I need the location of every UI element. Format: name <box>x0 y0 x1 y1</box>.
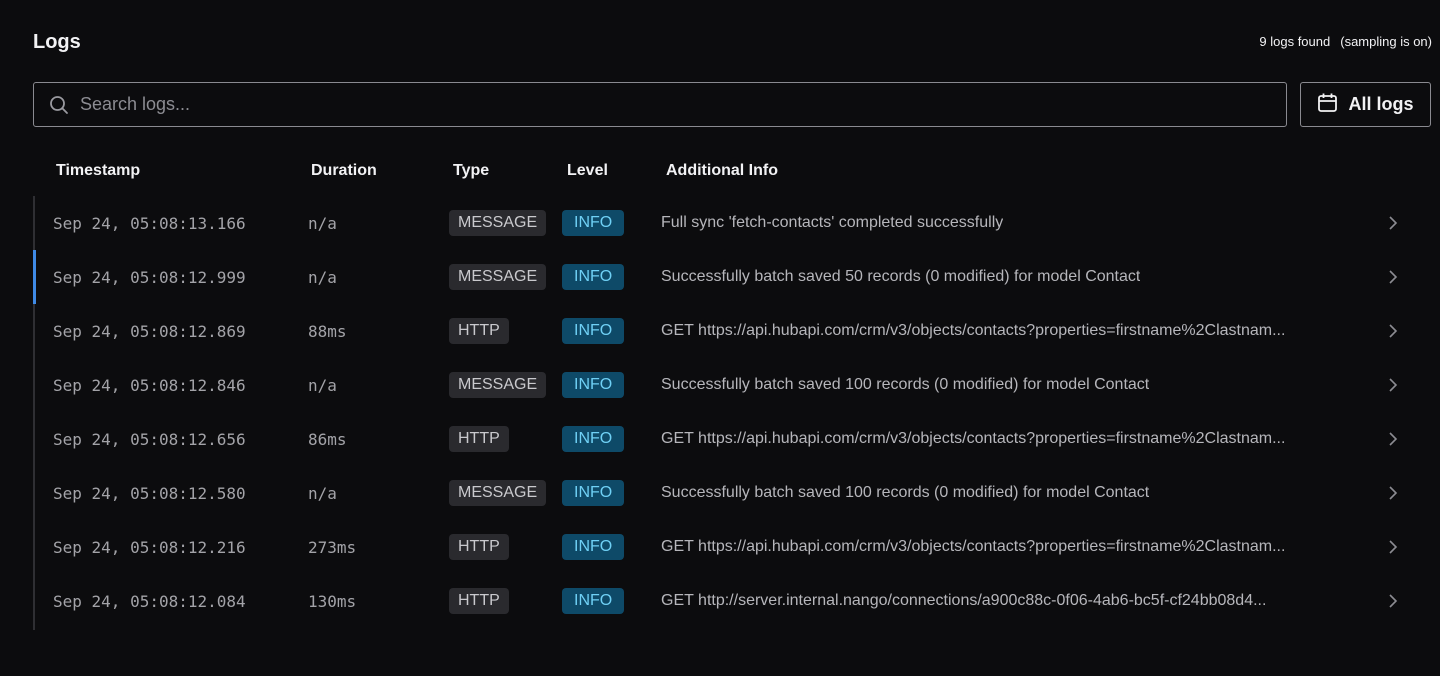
level-badge: INFO <box>562 480 625 506</box>
period-filter-label: All logs <box>1348 94 1414 114</box>
type-badge: HTTP <box>449 588 509 614</box>
logs-meta: 9 logs found (sampling is on) <box>1259 34 1432 49</box>
row-timestamp: Sep 24, 05:08:12.580 <box>53 483 246 503</box>
table-row[interactable]: Sep 24, 05:08:12.580 n/a MESSAGE INFO Su… <box>33 466 1413 520</box>
row-duration: 86ms <box>308 429 347 449</box>
level-badge: INFO <box>562 264 625 290</box>
chevron-right-icon[interactable] <box>1386 574 1400 628</box>
search-input[interactable] <box>80 83 1286 126</box>
table-row[interactable]: Sep 24, 05:08:12.216 273ms HTTP INFO GET… <box>33 520 1413 574</box>
chevron-right-icon[interactable] <box>1386 520 1400 574</box>
type-badge: MESSAGE <box>449 264 547 290</box>
row-timestamp: Sep 24, 05:08:12.846 <box>53 375 246 395</box>
level-badge: INFO <box>562 426 625 452</box>
table-row[interactable]: Sep 24, 05:08:12.656 86ms HTTP INFO GET … <box>33 412 1413 466</box>
row-timestamp: Sep 24, 05:08:12.216 <box>53 537 246 557</box>
row-duration: n/a <box>308 483 337 503</box>
row-timestamp: Sep 24, 05:08:12.084 <box>53 591 246 611</box>
row-timestamp: Sep 24, 05:08:12.656 <box>53 429 246 449</box>
level-badge: INFO <box>562 588 625 614</box>
table-header: Timestamp Duration Type Level Additional… <box>0 160 1440 184</box>
row-info: GET https://api.hubapi.com/crm/v3/object… <box>661 538 1286 555</box>
chevron-right-icon[interactable] <box>1386 196 1400 250</box>
table-row[interactable]: Sep 24, 05:08:12.846 n/a MESSAGE INFO Su… <box>33 358 1413 412</box>
log-count: 9 logs found <box>1259 34 1331 49</box>
table-row[interactable]: Sep 24, 05:08:12.084 130ms HTTP INFO GET… <box>33 574 1413 628</box>
calendar-icon <box>1317 92 1338 118</box>
row-duration: 130ms <box>308 591 357 611</box>
column-header-timestamp[interactable]: Timestamp <box>56 162 140 180</box>
table-row[interactable]: Sep 24, 05:08:12.999 n/a MESSAGE INFO Su… <box>33 250 1413 304</box>
chevron-right-icon[interactable] <box>1386 250 1400 304</box>
row-info: Successfully batch saved 50 records (0 m… <box>661 268 1141 285</box>
row-info: GET http://server.internal.nango/connect… <box>661 592 1267 609</box>
logs-page: Logs 9 logs found (sampling is on) All lo… <box>0 0 1440 676</box>
column-header-type[interactable]: Type <box>453 162 489 180</box>
type-badge: HTTP <box>449 534 509 560</box>
row-duration: 88ms <box>308 321 347 341</box>
row-duration: n/a <box>308 213 337 233</box>
level-badge: INFO <box>562 210 625 236</box>
search-icon <box>48 94 70 116</box>
type-badge: MESSAGE <box>449 210 547 236</box>
row-duration: n/a <box>308 375 337 395</box>
type-badge: HTTP <box>449 318 509 344</box>
chevron-right-icon[interactable] <box>1386 304 1400 358</box>
column-header-level[interactable]: Level <box>567 162 608 180</box>
row-info: GET https://api.hubapi.com/crm/v3/object… <box>661 322 1286 339</box>
type-badge: MESSAGE <box>449 372 547 398</box>
row-info: Full sync 'fetch-contacts' completed suc… <box>661 214 1004 231</box>
page-title: Logs <box>33 31 81 53</box>
row-info: Successfully batch saved 100 records (0 … <box>661 484 1150 501</box>
chevron-right-icon[interactable] <box>1386 358 1400 412</box>
row-info: Successfully batch saved 100 records (0 … <box>661 376 1150 393</box>
level-badge: INFO <box>562 372 625 398</box>
row-timestamp: Sep 24, 05:08:12.999 <box>53 267 246 287</box>
row-duration: n/a <box>308 267 337 287</box>
row-info: GET https://api.hubapi.com/crm/v3/object… <box>661 430 1286 447</box>
period-filter-button[interactable]: All logs <box>1300 82 1431 127</box>
chevron-right-icon[interactable] <box>1386 466 1400 520</box>
type-badge: HTTP <box>449 426 509 452</box>
row-duration: 273ms <box>308 537 357 557</box>
level-badge: INFO <box>562 318 625 344</box>
chevron-right-icon[interactable] <box>1386 412 1400 466</box>
log-table-body: Sep 24, 05:08:13.166 n/a MESSAGE INFO Fu… <box>33 196 1413 630</box>
type-badge: MESSAGE <box>449 480 547 506</box>
search-box[interactable] <box>33 82 1287 127</box>
level-badge: INFO <box>562 534 625 560</box>
row-timestamp: Sep 24, 05:08:12.869 <box>53 321 246 341</box>
column-header-additional-info[interactable]: Additional Info <box>666 162 778 180</box>
table-row[interactable]: Sep 24, 05:08:13.166 n/a MESSAGE INFO Fu… <box>33 196 1413 250</box>
table-row[interactable]: Sep 24, 05:08:12.869 88ms HTTP INFO GET … <box>33 304 1413 358</box>
row-timestamp: Sep 24, 05:08:13.166 <box>53 213 246 233</box>
sampling-status: (sampling is on) <box>1340 34 1432 49</box>
column-header-duration[interactable]: Duration <box>311 162 377 180</box>
